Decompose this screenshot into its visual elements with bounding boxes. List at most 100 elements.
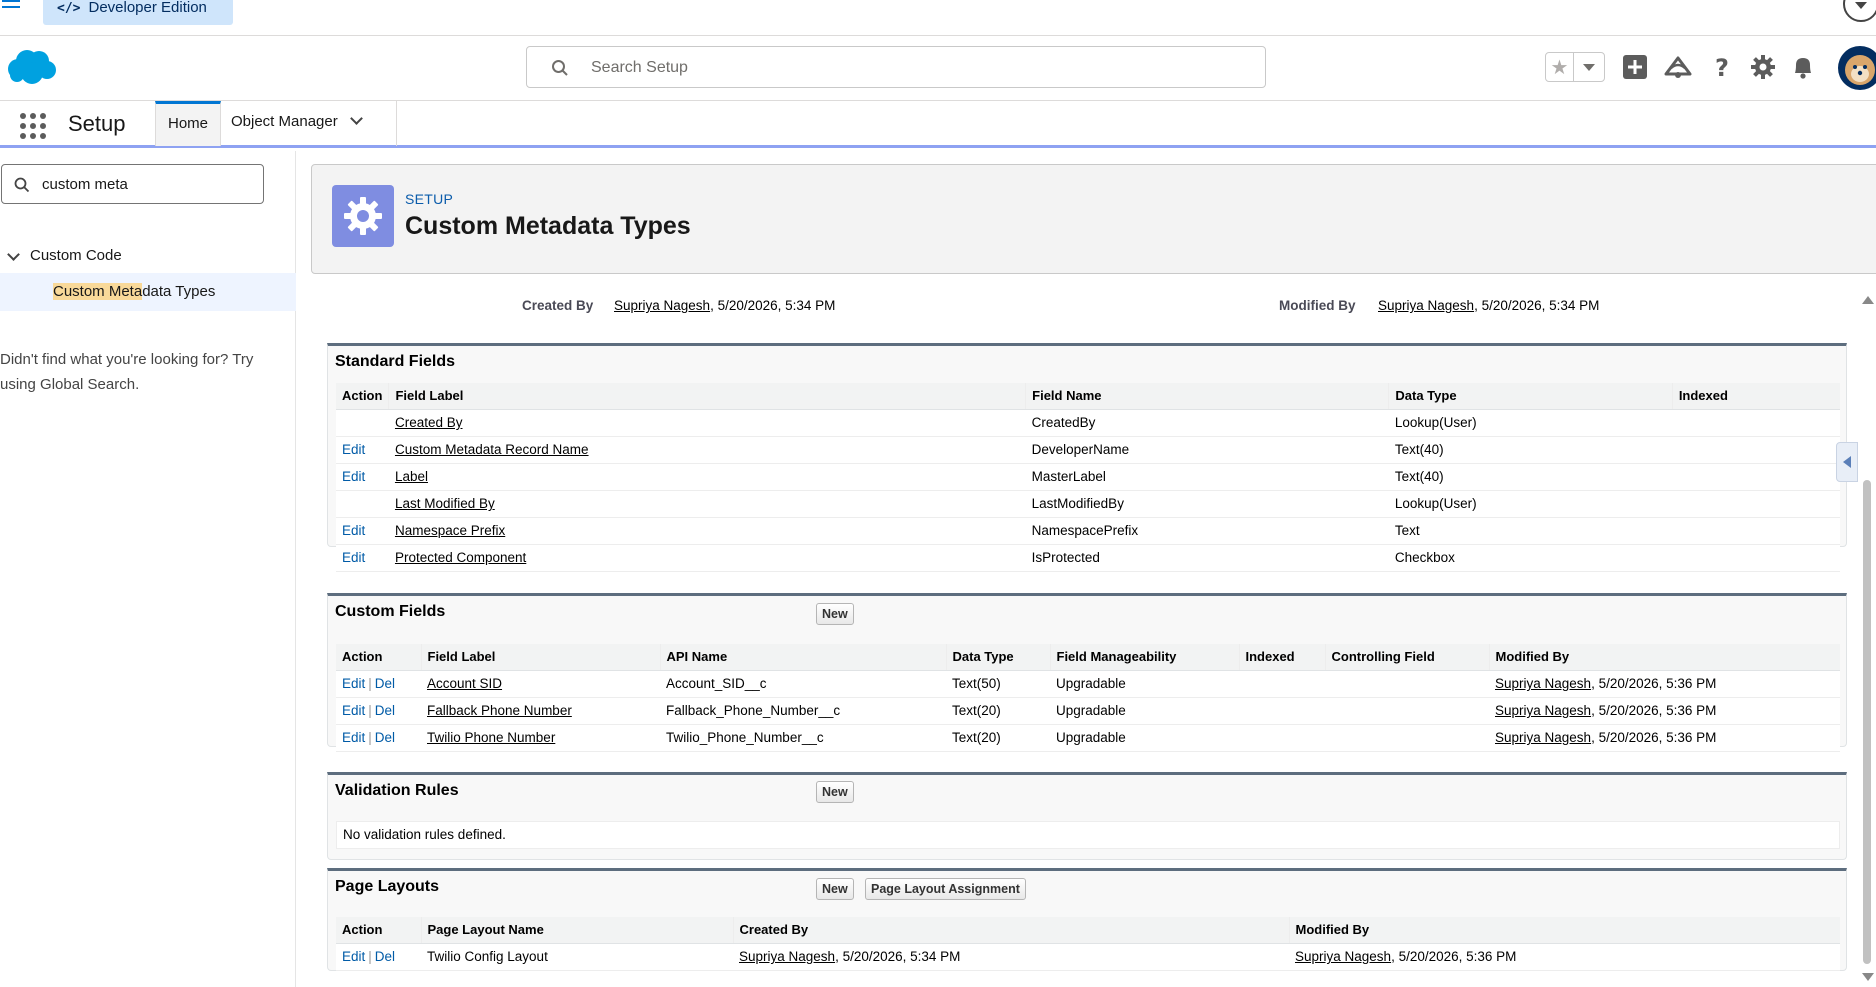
trailhead-guidance-icon[interactable] <box>1661 50 1695 84</box>
user-link[interactable]: Supriya Nagesh <box>739 949 835 964</box>
scroll-down-arrow-icon[interactable] <box>1862 973 1874 981</box>
field-label-cell: Namespace Prefix <box>388 517 1026 545</box>
indexed-cell <box>1672 490 1840 518</box>
user-link[interactable]: Supriya Nagesh <box>1295 949 1391 964</box>
table-row: Edit Protected Component IsProtected Che… <box>336 544 1840 572</box>
data-type-cell: Text(20) <box>946 724 1050 752</box>
modified-by-cell: Supriya Nagesh, 5/20/2026, 5:36 PM <box>1289 943 1840 971</box>
user-link[interactable]: Supriya Nagesh <box>1495 676 1591 691</box>
modified-date: , 5/20/2026, 5:36 PM <box>1591 730 1717 745</box>
search-icon <box>552 60 568 76</box>
edit-link[interactable]: Edit <box>342 949 365 964</box>
favorites-group: ★ <box>1545 52 1605 82</box>
table-header-row: Action Field Label Field Name Data Type … <box>336 383 1840 410</box>
edit-link[interactable]: Edit <box>342 550 365 565</box>
data-type-cell: Lookup(User) <box>1388 490 1673 518</box>
chevron-down-icon[interactable] <box>7 248 20 261</box>
edit-link[interactable]: Edit <box>342 469 365 484</box>
quick-find-input[interactable] <box>42 173 252 195</box>
modified-by-user-link[interactable]: Supriya Nagesh <box>1378 298 1474 313</box>
new-custom-field-button[interactable]: New <box>816 603 854 625</box>
collapse-toggle-button[interactable] <box>1843 0 1876 22</box>
side-panel-toggle[interactable] <box>1836 442 1858 482</box>
action-cell: Edit <box>336 463 389 491</box>
page-eyebrow: SETUP <box>405 191 454 207</box>
field-label-link[interactable]: Protected Component <box>395 550 526 565</box>
new-page-layout-button[interactable]: New <box>816 878 854 900</box>
developer-edition-badge: </> Developer Edition <box>43 0 233 25</box>
no-validation-rules-text: No validation rules defined. <box>336 821 1840 849</box>
field-label-cell: Fallback Phone Number <box>421 697 660 725</box>
search-setup-input[interactable] <box>591 55 1191 81</box>
field-label-link[interactable]: Created By <box>395 415 463 430</box>
edit-link[interactable]: Edit <box>342 730 365 745</box>
field-label-link[interactable]: Twilio Phone Number <box>427 730 555 745</box>
api-name-cell: Fallback_Phone_Number__c <box>660 697 946 725</box>
menu-icon[interactable] <box>2 0 24 16</box>
field-label-link[interactable]: Fallback Phone Number <box>427 703 572 718</box>
chevron-down-icon[interactable] <box>349 112 363 125</box>
search-setup-box[interactable] <box>526 46 1266 88</box>
data-type-cell: Text(50) <box>946 670 1050 698</box>
table-header-row: Action Field Label API Name Data Type Fi… <box>336 644 1840 671</box>
scroll-up-arrow-icon[interactable] <box>1862 296 1874 304</box>
delete-link[interactable]: Del <box>375 676 395 691</box>
app-launcher-icon[interactable] <box>20 113 46 139</box>
column-header: Action <box>336 644 421 671</box>
search-match-highlight: Custom Meta <box>53 283 143 300</box>
page-layouts-section: Page Layouts New Page Layout Assignment … <box>327 868 1847 971</box>
separator: | <box>368 949 372 964</box>
page-layout-assignment-button[interactable]: Page Layout Assignment <box>865 878 1026 900</box>
indexed-cell <box>1672 544 1840 572</box>
user-link[interactable]: Supriya Nagesh <box>1495 703 1591 718</box>
sidebar-item-custom-metadata-types[interactable]: Custom Metadata Types <box>0 273 296 311</box>
column-header: Field Name <box>1025 383 1389 410</box>
action-cell: Edit | Del <box>336 670 421 698</box>
created-by-value: Supriya Nagesh, 5/20/2026, 5:34 PM <box>614 298 835 313</box>
field-label-link[interactable]: Label <box>395 469 428 484</box>
custom-fields-table: Action Field Label API Name Data Type Fi… <box>336 644 1840 752</box>
validation-rules-section: Validation Rules New No validation rules… <box>327 772 1847 860</box>
field-label-link[interactable]: Last Modified By <box>395 496 495 511</box>
content-scrollbar[interactable] <box>1858 290 1876 987</box>
user-link[interactable]: Supriya Nagesh <box>1495 730 1591 745</box>
table-row: Edit Namespace Prefix NamespacePrefix Te… <box>336 517 1840 545</box>
created-by-user-link[interactable]: Supriya Nagesh <box>614 298 710 313</box>
notifications-bell-icon[interactable] <box>1786 50 1820 84</box>
custom-fields-title: Custom Fields <box>335 603 446 620</box>
table-header-row: Action Page Layout Name Created By Modif… <box>336 917 1840 944</box>
modified-date: , 5/20/2026, 5:36 PM <box>1391 949 1517 964</box>
scrollbar-thumb[interactable] <box>1863 480 1871 964</box>
column-header: Action <box>336 917 421 944</box>
action-cell: Edit <box>336 436 389 464</box>
user-avatar[interactable] <box>1838 46 1876 90</box>
delete-link[interactable]: Del <box>375 730 395 745</box>
setup-gear-icon[interactable] <box>1746 50 1780 84</box>
edit-link[interactable]: Edit <box>342 442 365 457</box>
tab-home[interactable]: Home <box>155 101 221 146</box>
favorites-star-icon[interactable]: ★ <box>1546 53 1574 81</box>
delete-link[interactable]: Del <box>375 703 395 718</box>
help-icon[interactable]: ? <box>1705 50 1739 84</box>
delete-link[interactable]: Del <box>375 949 395 964</box>
favorites-dropdown-icon[interactable] <box>1574 53 1604 81</box>
tab-object-manager[interactable]: Object Manager <box>221 101 397 146</box>
indexed-cell <box>1672 463 1840 491</box>
field-label-link[interactable]: Account SID <box>427 676 502 691</box>
salesforce-cloud-logo[interactable] <box>5 48 57 86</box>
field-label-link[interactable]: Namespace Prefix <box>395 523 505 538</box>
edit-link[interactable]: Edit <box>342 676 365 691</box>
modified-by-value: Supriya Nagesh, 5/20/2026, 5:34 PM <box>1378 298 1599 313</box>
quick-find-box[interactable] <box>1 164 264 204</box>
global-actions-plus-icon[interactable] <box>1618 50 1652 84</box>
field-name-cell: MasterLabel <box>1025 463 1389 491</box>
indexed-cell <box>1672 436 1840 464</box>
new-validation-rule-button[interactable]: New <box>816 781 854 803</box>
page-title: Custom Metadata Types <box>405 212 691 240</box>
tree-section-custom-code[interactable]: Custom Code <box>0 241 296 271</box>
field-label-link[interactable]: Custom Metadata Record Name <box>395 442 589 457</box>
edit-link[interactable]: Edit <box>342 703 365 718</box>
edit-link[interactable]: Edit <box>342 523 365 538</box>
column-header: Action <box>336 383 389 410</box>
standard-fields-section: Standard Fields Action Field Label Field… <box>327 343 1847 572</box>
